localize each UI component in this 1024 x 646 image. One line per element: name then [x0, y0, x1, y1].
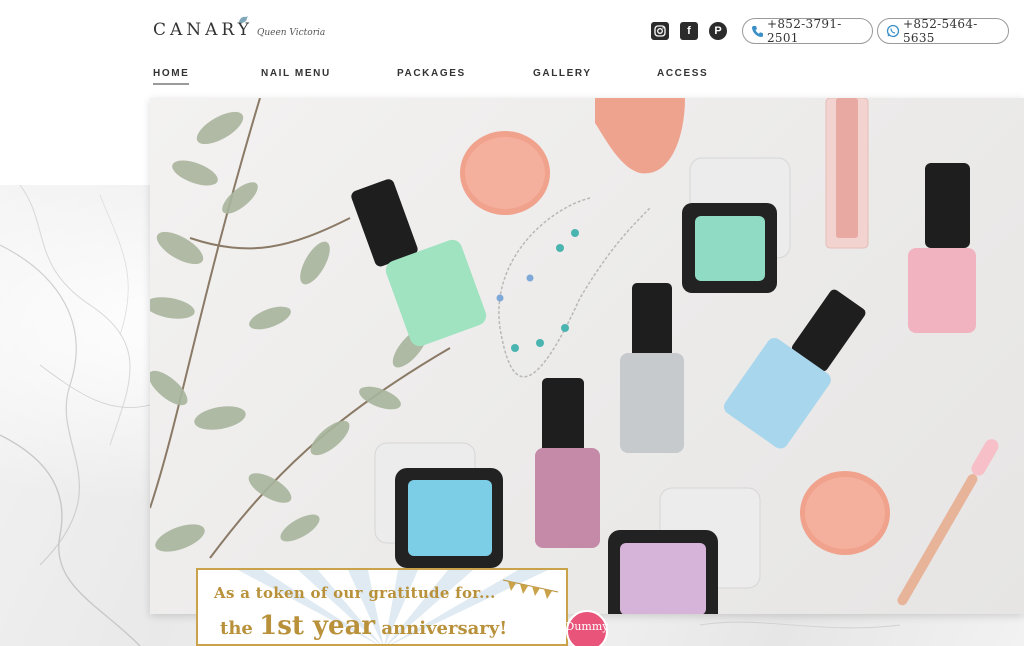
phone-button[interactable]: +852-3791-2501 — [742, 17, 873, 45]
phone-number: +852-3791-2501 — [767, 17, 842, 45]
dummy-badge: Dummy — [566, 610, 609, 646]
brand-subtitle: Queen Victoria — [256, 28, 326, 38]
anniversary-banner[interactable]: As a token of our gratitude for... the 1… — [196, 568, 568, 646]
main-nav: HOME NAIL MENU PACKAGES GALLERY ACCESS — [0, 68, 1024, 88]
phone-icon — [751, 24, 764, 38]
instagram-icon[interactable] — [651, 22, 669, 40]
nav-packages[interactable]: PACKAGES — [397, 68, 466, 79]
brand-logo[interactable]: CANARY Queen Victoria — [153, 16, 326, 40]
banner-line1: As a token of our gratitude for... — [214, 584, 496, 602]
pinterest-glyph: P — [714, 25, 722, 37]
pinterest-icon[interactable]: P — [709, 22, 727, 40]
banner-year: year — [303, 611, 376, 641]
whatsapp-number: +852-5464-5635 — [903, 17, 978, 45]
banner-line2: the 1st year anniversary! — [220, 611, 507, 641]
facebook-icon[interactable]: f — [680, 22, 698, 40]
nav-gallery[interactable]: GALLERY — [533, 68, 592, 79]
banner-1st: 1st — [259, 611, 304, 641]
nav-access[interactable]: ACCESS — [657, 68, 708, 79]
whatsapp-icon — [886, 24, 900, 38]
nav-nail-menu[interactable]: NAIL MENU — [261, 68, 331, 79]
bird-icon — [239, 16, 248, 23]
hero-image — [150, 98, 1024, 614]
banner-the: the — [220, 618, 260, 639]
facebook-glyph: f — [687, 25, 691, 37]
banner-anniversary: anniversary! — [375, 618, 508, 639]
nav-home[interactable]: HOME — [153, 68, 190, 85]
whatsapp-button[interactable]: +852-5464-5635 — [877, 17, 1009, 45]
social-links: f P — [651, 22, 727, 40]
